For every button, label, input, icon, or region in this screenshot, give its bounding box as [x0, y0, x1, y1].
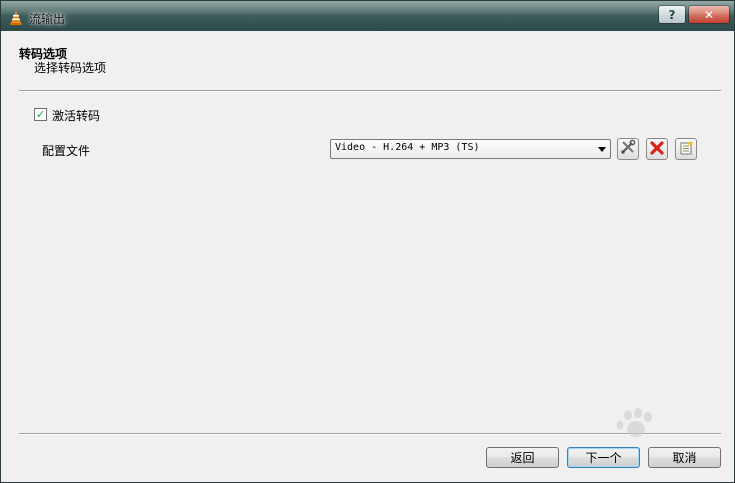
stream-output-dialog: 流输出 ? ✕ 转码选项 选择转码选项 ✓ 激活转码 配置文件 Video - … — [0, 0, 735, 483]
divider-top — [19, 90, 721, 92]
edit-profile-button[interactable] — [617, 138, 639, 160]
new-profile-icon — [679, 140, 693, 159]
window-title: 流输出 — [29, 12, 66, 26]
delete-profile-button[interactable] — [646, 138, 668, 160]
profile-select[interactable]: Video - H.264 + MP3 (TS) — [330, 139, 611, 159]
tools-icon — [620, 139, 636, 159]
enable-transcode-label[interactable]: 激活转码 — [52, 107, 100, 124]
close-button[interactable]: ✕ — [688, 5, 730, 24]
divider-bottom — [19, 433, 721, 435]
chevron-down-icon — [598, 147, 606, 152]
title-bar[interactable]: 流输出 ? ✕ — [1, 1, 734, 31]
back-button[interactable]: 返回 — [486, 447, 559, 468]
help-button[interactable]: ? — [658, 5, 686, 24]
profile-selected-value: Video - H.264 + MP3 (TS) — [335, 142, 480, 153]
new-profile-button[interactable] — [675, 138, 697, 160]
profile-label: 配置文件 — [42, 144, 91, 158]
next-button[interactable]: 下一个 — [567, 447, 640, 468]
enable-transcode-checkbox[interactable]: ✓ — [34, 108, 47, 121]
cancel-button[interactable]: 取消 — [648, 447, 721, 468]
delete-icon — [650, 140, 664, 159]
page-subtitle: 选择转码选项 — [34, 61, 107, 75]
vlc-cone-icon — [9, 10, 23, 25]
